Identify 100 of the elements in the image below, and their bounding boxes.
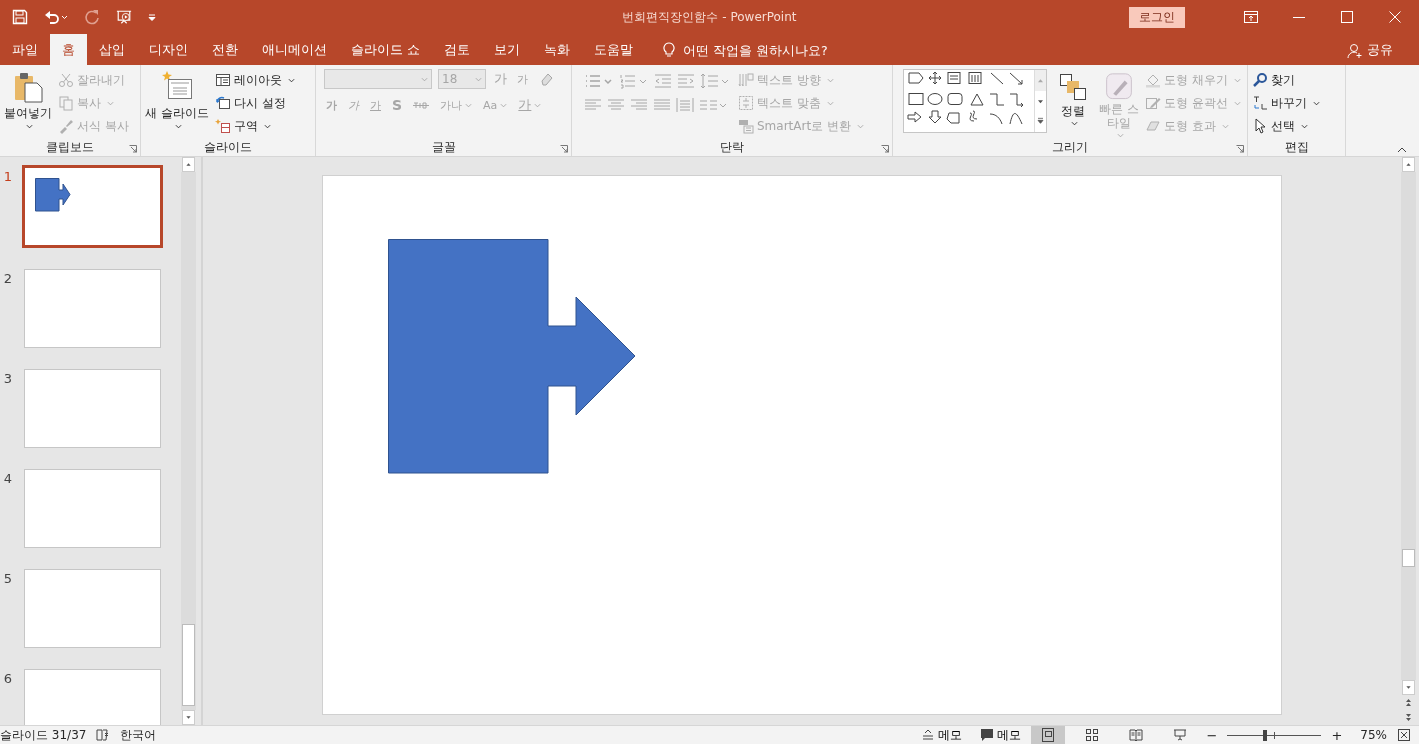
tell-me-search[interactable]: 어떤 작업을 원하시나요? bbox=[683, 36, 828, 65]
slide-thumbnail[interactable] bbox=[24, 469, 161, 548]
caret-icon bbox=[475, 76, 482, 82]
fit-to-window-icon[interactable] bbox=[1397, 728, 1411, 742]
presentation-icon[interactable] bbox=[116, 9, 132, 25]
ribbon-tab[interactable]: 파일 bbox=[0, 34, 50, 65]
ribbon-button[interactable]: 선택 bbox=[1252, 115, 1320, 137]
notes-icon bbox=[920, 728, 935, 742]
ribbon-tab[interactable]: 디자인 bbox=[137, 34, 200, 65]
ribbon-button[interactable]: 구역 bbox=[214, 115, 295, 137]
caret-icon bbox=[534, 102, 542, 108]
columns-icon[interactable] bbox=[699, 97, 729, 113]
caret-icon bbox=[263, 123, 271, 129]
ribbon-tab[interactable]: 애니메이션 bbox=[250, 34, 339, 65]
ribbon-tab[interactable]: 도움말 bbox=[582, 34, 645, 65]
notes-button[interactable]: 메모 bbox=[920, 726, 962, 744]
ribbon-tab[interactable]: 보기 bbox=[482, 34, 532, 65]
clipboard-icon bbox=[12, 71, 44, 103]
scroll-down-icon[interactable] bbox=[182, 710, 195, 725]
scissors-icon bbox=[58, 72, 74, 88]
scrollbar-thumb[interactable] bbox=[182, 624, 195, 706]
ribbon-button[interactable]: 바꾸기 bbox=[1252, 92, 1320, 114]
slide-thumbnail[interactable] bbox=[24, 269, 161, 348]
close-icon[interactable] bbox=[1388, 11, 1402, 23]
smartart-icon bbox=[738, 118, 754, 134]
dialog-launcher-icon[interactable] bbox=[1236, 145, 1244, 153]
slide-counter: 슬라이드 31/37 bbox=[0, 726, 87, 744]
caret-icon bbox=[500, 102, 508, 108]
ribbon-button[interactable]: 찾기 bbox=[1252, 69, 1320, 91]
scroll-up-icon[interactable] bbox=[182, 157, 195, 172]
align-center-icon[interactable] bbox=[607, 97, 625, 113]
paint-bucket-icon bbox=[1145, 72, 1161, 88]
slide-thumbnail[interactable] bbox=[24, 569, 161, 648]
caret-icon bbox=[107, 100, 114, 106]
caret-icon bbox=[287, 77, 295, 83]
caret-icon bbox=[1117, 133, 1124, 138]
arrow-shape-icon bbox=[35, 178, 71, 212]
login-button[interactable]: 로그인 bbox=[1129, 6, 1185, 28]
increase-indent-icon[interactable] bbox=[677, 73, 695, 89]
ribbon-tab[interactable]: 슬라이드 쇼 bbox=[339, 34, 432, 65]
customize-icon[interactable] bbox=[148, 13, 156, 21]
zoom-out-button[interactable]: − bbox=[1206, 727, 1218, 743]
slide-thumbnail[interactable] bbox=[22, 165, 163, 248]
copy-icon bbox=[58, 95, 74, 111]
slide-thumbnail[interactable] bbox=[24, 369, 161, 448]
ribbon-tab[interactable]: 전환 bbox=[200, 34, 250, 65]
ribbon-tab[interactable]: 삽입 bbox=[87, 34, 137, 65]
line-spacing-icon[interactable] bbox=[700, 73, 730, 89]
arrow-callout-shape[interactable] bbox=[388, 239, 638, 475]
zoom-slider-thumb[interactable] bbox=[1263, 729, 1267, 741]
caret-icon bbox=[1221, 123, 1229, 129]
distributed-icon[interactable] bbox=[676, 97, 694, 113]
book-icon bbox=[1128, 728, 1143, 742]
comments-button[interactable]: 메모 bbox=[979, 726, 1021, 744]
language-label[interactable]: 한국어 bbox=[120, 726, 157, 744]
slide-number: 4 bbox=[2, 471, 12, 488]
slide-number: 5 bbox=[2, 571, 12, 588]
person-add-icon bbox=[1347, 42, 1363, 59]
save-icon[interactable] bbox=[12, 9, 28, 25]
slide-number: 6 bbox=[2, 671, 12, 688]
justify-icon[interactable] bbox=[653, 97, 671, 113]
slide-canvas[interactable] bbox=[322, 175, 1282, 715]
align-right-icon[interactable] bbox=[630, 97, 648, 113]
caret-icon bbox=[856, 123, 864, 129]
scrollbar-thumb[interactable] bbox=[1402, 549, 1415, 567]
shapes-gallery[interactable] bbox=[903, 69, 1047, 133]
ribbon-button[interactable]: 레이아웃 bbox=[214, 69, 295, 91]
group-label: 편집 bbox=[1284, 138, 1309, 156]
zoom-level[interactable]: 75% bbox=[1360, 728, 1387, 742]
ribbon-button[interactable]: 다시 설정 bbox=[214, 92, 295, 114]
scroll-down-icon[interactable] bbox=[1402, 680, 1415, 695]
view-button[interactable] bbox=[1030, 726, 1065, 744]
lightbulb-icon bbox=[663, 42, 675, 58]
dialog-launcher-icon[interactable] bbox=[129, 145, 137, 153]
align-left-icon[interactable] bbox=[584, 97, 602, 113]
group-label: 단락 bbox=[720, 138, 744, 156]
pencil-icon bbox=[1145, 95, 1161, 111]
align-text-icon bbox=[738, 95, 754, 111]
ribbon-button[interactable]: 정렬 bbox=[1053, 69, 1093, 138]
caret-icon bbox=[465, 102, 473, 108]
numbering-icon[interactable] bbox=[619, 73, 649, 89]
zoom-in-button[interactable]: + bbox=[1331, 727, 1343, 743]
accessibility-icon[interactable] bbox=[96, 728, 111, 742]
caret-icon bbox=[1071, 120, 1078, 126]
decrease-indent-icon[interactable] bbox=[654, 73, 672, 89]
scrollbar[interactable] bbox=[181, 157, 196, 725]
slide-thumbnail[interactable] bbox=[24, 669, 161, 725]
share-button[interactable]: 공유 bbox=[1347, 36, 1393, 65]
undo-icon[interactable] bbox=[44, 9, 68, 25]
ribbon-tab[interactable]: 검토 bbox=[432, 34, 482, 65]
text-direction-icon bbox=[738, 72, 754, 88]
ribbon-tab[interactable]: 녹화 bbox=[532, 34, 582, 65]
maximize-icon[interactable] bbox=[1340, 11, 1354, 23]
ribbon-display-icon[interactable] bbox=[1244, 11, 1258, 23]
caret-icon bbox=[1301, 123, 1308, 129]
ribbon-tab[interactable]: 홈 bbox=[50, 34, 87, 65]
collapse-ribbon-icon[interactable] bbox=[1397, 147, 1407, 153]
ribbon-button[interactable]: 새 슬라이드 bbox=[145, 69, 209, 138]
ribbon-button[interactable]: 붙여넣기 bbox=[4, 69, 52, 138]
group-label: 클립보드 bbox=[46, 138, 94, 156]
